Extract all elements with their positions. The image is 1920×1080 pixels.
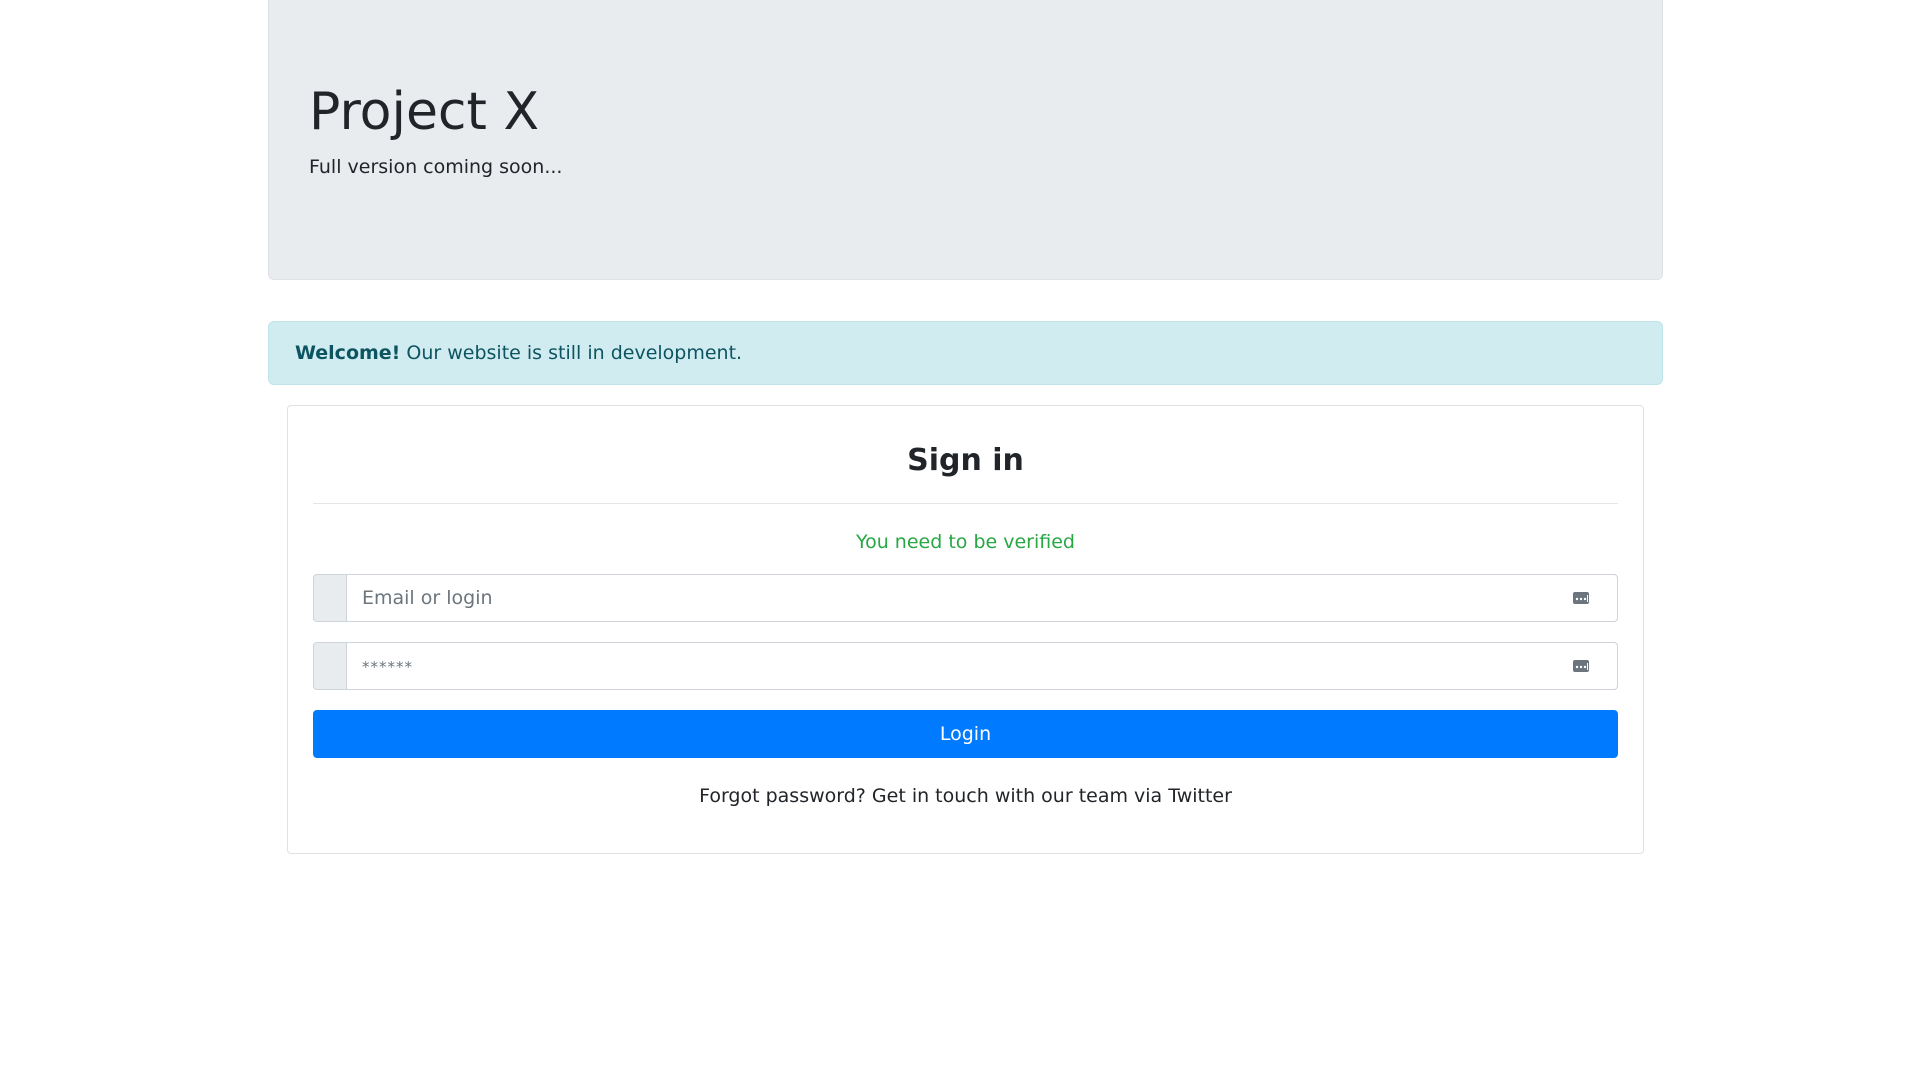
password-manager-icon[interactable] [1572, 657, 1590, 675]
alert-strong-text: Welcome! [295, 342, 401, 364]
email-or-login-input[interactable] [347, 575, 1617, 621]
verification-status: You need to be verified [856, 531, 1075, 553]
welcome-alert: Welcome! Our website is still in develop… [268, 321, 1663, 385]
password-field-wrapper [346, 642, 1618, 690]
login-input-prepend [313, 574, 346, 622]
page-subtitle: Full version coming soon... [309, 156, 563, 178]
signin-title: Sign in [907, 443, 1024, 478]
signin-card: Sign in You need to be verified Email or… [287, 405, 1644, 854]
page-title: Project X [309, 82, 540, 142]
login-input-group [313, 574, 1618, 622]
forgot-password-text: Forgot password? Get in touch with our t… [699, 785, 1232, 807]
divider [313, 503, 1618, 504]
password-input[interactable] [347, 643, 1617, 689]
login-button[interactable]: Login [313, 710, 1618, 758]
hero-banner: Project X Full version coming soon... [268, 0, 1663, 280]
password-input-prepend [313, 642, 346, 690]
password-manager-icon[interactable] [1572, 589, 1590, 607]
password-input-group [313, 642, 1618, 690]
alert-text: Our website is still in development. [400, 342, 743, 364]
login-field-wrapper [346, 574, 1618, 622]
